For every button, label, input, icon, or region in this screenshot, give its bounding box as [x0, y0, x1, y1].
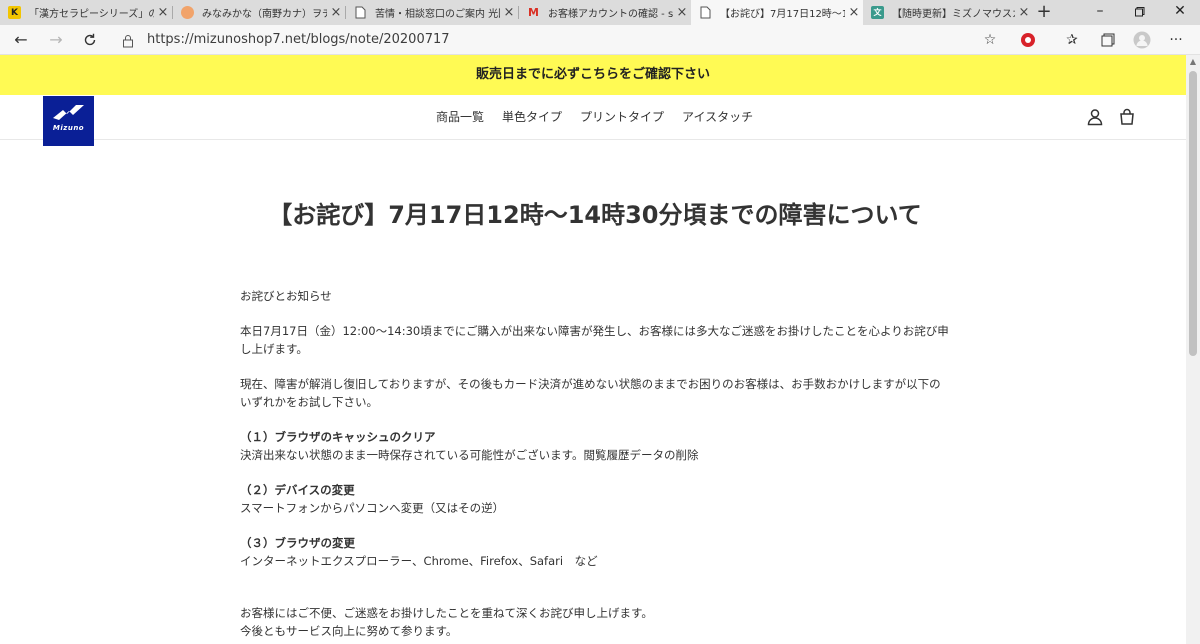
web-page: 販売日までに必ずこちらをご確認下さい Mizuno 商品一覧 単色タイプ プリン… [0, 55, 1186, 644]
tab-apology-active[interactable]: 【お詫び】7月17日12時〜14時 × [691, 0, 863, 25]
close-icon[interactable]: × [673, 5, 691, 20]
tab-title: みなみかな（南野カナ）ヲチスレ [202, 9, 327, 20]
cart-icon[interactable] [1118, 108, 1136, 126]
close-window-button[interactable]: ✕ [1160, 0, 1200, 25]
article-paragraph: 現在、障害が解消し復旧しておりますが、その後もカード決済が進めない状態のままでお… [240, 377, 941, 409]
tab-title: 【お詫び】7月17日12時〜14時 [720, 9, 845, 20]
close-icon[interactable]: × [500, 5, 518, 20]
tab-title: お客様アカウントの確認 - semb [548, 9, 673, 20]
step-heading: （３）ブラウザの変更 [240, 536, 355, 550]
extension-icon[interactable] [1018, 30, 1038, 50]
address-toolbar: ← → https://mizunoshop7.net/blogs/note/2… [0, 25, 1200, 55]
tab-strip: K 「漢方セラピーシリーズ」のパッケー × みなみかな（南野カナ）ヲチスレ × … [0, 0, 1200, 25]
minimize-button[interactable]: – [1080, 0, 1120, 25]
maximize-button[interactable] [1120, 0, 1160, 25]
step-heading: （２）デバイスの変更 [240, 483, 355, 497]
page-icon [354, 6, 367, 19]
close-icon[interactable]: × [154, 5, 172, 20]
close-icon[interactable]: × [327, 5, 345, 20]
gmail-icon: M [528, 6, 539, 19]
page-scrollbar[interactable]: ▲ [1186, 55, 1200, 644]
lock-icon[interactable] [122, 33, 134, 48]
nav-item-print[interactable]: プリントタイプ [580, 108, 664, 125]
step-body: スマートフォンからパソコンへ変更（又はその逆） [240, 501, 505, 515]
nav-item-icetouch[interactable]: アイスタッチ [682, 108, 753, 125]
article-closing: 今後ともサービス向上に努めて参ります。 [240, 624, 458, 638]
page-title: 【お詫び】7月17日12時〜14時30分頃までの障害について [268, 201, 922, 230]
announcement-bar[interactable]: 販売日までに必ずこちらをご確認下さい [0, 55, 1186, 95]
refresh-icon[interactable] [79, 29, 101, 51]
site-header: Mizuno 商品一覧 単色タイプ プリントタイプ アイスタッチ [0, 95, 1186, 146]
runbird-icon [53, 105, 84, 120]
tab-mousecover[interactable]: 文 【随時更新】ミズノマウスカバー、1 × [863, 0, 1033, 25]
back-icon[interactable]: ← [10, 29, 32, 51]
step-body: 決済出来ない状態のまま一時保存されている可能性がございます。閲覧履歴データの削除 [240, 448, 699, 462]
article-body: お詫びとお知らせ 本日7月17日（金）12:00〜14:30頃までにご購入が出来… [240, 287, 950, 640]
address-input[interactable]: https://mizunoshop7.net/blogs/note/20200… [147, 32, 450, 47]
profile-avatar-icon[interactable] [1132, 30, 1152, 50]
tab-minami[interactable]: みなみかな（南野カナ）ヲチスレ × [173, 0, 345, 25]
close-icon[interactable]: × [1015, 5, 1033, 20]
tab-title: 「漢方セラピーシリーズ」のパッケー [29, 9, 154, 20]
site-nav: 商品一覧 単色タイプ プリントタイプ アイスタッチ [436, 108, 771, 125]
more-menu-icon[interactable]: ··· [1166, 30, 1186, 50]
close-icon[interactable]: × [845, 5, 863, 20]
translate-icon: 文 [871, 6, 884, 19]
tab-title: 苦情・相談窓口のご案内 光回線 [375, 9, 500, 20]
tab-kampo[interactable]: K 「漢方セラピーシリーズ」のパッケー × [0, 0, 172, 25]
collections-icon[interactable] [1098, 30, 1118, 50]
page-icon [699, 6, 712, 19]
mizuno-logo[interactable]: Mizuno [43, 96, 94, 146]
tab-gmail[interactable]: M お客様アカウントの確認 - semb × [519, 0, 691, 25]
favorites-icon[interactable]: ✰ [1062, 30, 1082, 50]
nav-item-solid[interactable]: 単色タイプ [502, 108, 562, 125]
forward-icon[interactable]: → [45, 29, 67, 51]
step-body: インターネットエクスプローラー、Chrome、Firefox、Safari など [240, 554, 598, 568]
scroll-up-arrow-icon[interactable]: ▲ [1186, 55, 1200, 69]
logo-wordmark: Mizuno [52, 124, 85, 132]
account-icon[interactable] [1086, 108, 1104, 126]
step-heading: （１）ブラウザのキャッシュのクリア [240, 430, 436, 444]
article-greeting: お詫びとお知らせ [240, 289, 332, 303]
new-tab-button[interactable]: + [1034, 0, 1054, 25]
tab-complaint[interactable]: 苦情・相談窓口のご案内 光回線 × [346, 0, 518, 25]
favorite-star-icon[interactable]: ☆ [980, 30, 1000, 50]
nav-item-all-products[interactable]: 商品一覧 [436, 108, 484, 125]
avatar-icon [181, 6, 194, 19]
scroll-thumb[interactable] [1189, 71, 1197, 356]
k-icon: K [8, 6, 21, 19]
tab-title: 【随時更新】ミズノマウスカバー、1 [892, 9, 1015, 20]
article-paragraph: 本日7月17日（金）12:00〜14:30頃までにご購入が出来ない障害が発生し、… [240, 324, 949, 356]
article-closing: お客様にはご不便、ご迷惑をお掛けしたことを重ねて深くお詫び申し上げます。 [240, 606, 653, 620]
